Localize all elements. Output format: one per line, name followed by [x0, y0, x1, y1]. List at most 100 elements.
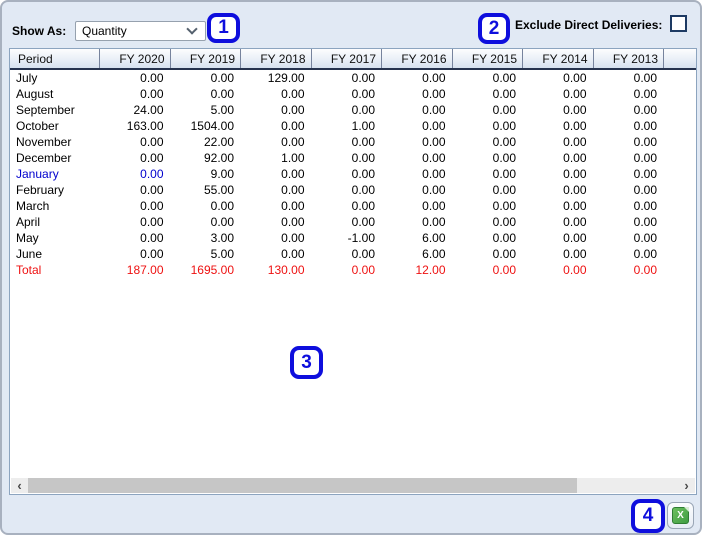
column-header-fy-2015[interactable]: FY 2015 [453, 49, 523, 68]
value-cell: 6.00 [422, 231, 446, 245]
period-cell: August [16, 87, 54, 101]
table-row-february[interactable]: February 0.00 55.00 0.00 0.00 0.00 0.00 0.00 0.0… [10, 182, 696, 198]
value-cell: 0.00 [422, 119, 446, 133]
table-row-april[interactable]: April 0.00 0.00 0.00 0.00 0.00 0.00 0.00 0.00 [10, 214, 696, 230]
value-cell: 0.00 [492, 231, 516, 245]
table-row-august[interactable]: August 0.00 0.00 0.00 0.00 0.00 0.00 0.00 0.00 [10, 86, 696, 102]
value-cell: 0.00 [563, 103, 587, 117]
annotation-marker-4: 4 [631, 499, 665, 533]
column-header-fy-2016[interactable]: FY 2016 [382, 49, 453, 68]
column-header-fy-2017[interactable]: FY 2017 [312, 49, 382, 68]
value-cell: 24.00 [133, 103, 164, 117]
table-row-january[interactable]: January 0.00 9.00 0.00 0.00 0.00 0.00 0.00 0.00 [10, 166, 696, 182]
period-cell: January [16, 167, 59, 181]
value-cell: 0.00 [563, 263, 587, 277]
table-body: July 0.00 0.00 129.00 0.00 0.00 0.00 0.00 0.00 Au… [10, 70, 696, 278]
value-cell: 0.00 [563, 183, 587, 197]
value-cell: 0.00 [351, 215, 375, 229]
value-cell: 0.00 [633, 247, 657, 261]
value-cell: 0.00 [492, 119, 516, 133]
value-cell: 0.00 [351, 135, 375, 149]
value-cell: 0.00 [633, 119, 657, 133]
value-cell: 1504.00 [190, 119, 234, 133]
value-cell: 0.00 [633, 199, 657, 213]
value-cell: 0.00 [281, 183, 305, 197]
export-to-excel-button[interactable]: X [667, 502, 694, 529]
value-cell: 0.00 [281, 247, 305, 261]
value-cell: 0.00 [422, 71, 446, 85]
table-row-july[interactable]: July 0.00 0.00 129.00 0.00 0.00 0.00 0.00 0.00 [10, 70, 696, 86]
scroll-right-button[interactable]: › [678, 478, 695, 493]
grid-header-row: Period FY 2020 FY 2019 FY 2018 FY 2017 FY 201… [10, 49, 696, 70]
value-cell: 0.00 [492, 199, 516, 213]
exclude-direct-deliveries-label: Exclude Direct Deliveries: [515, 18, 663, 32]
scrollbar-track[interactable] [28, 478, 678, 493]
column-header-fy-2018[interactable]: FY 2018 [241, 49, 312, 68]
table-row-october[interactable]: October 163.00 1504.00 0.00 1.00 0.00 0.00 0.00… [10, 118, 696, 134]
column-header-fy-2019[interactable]: FY 2019 [171, 49, 241, 68]
value-cell: 129.00 [267, 71, 305, 85]
value-cell: 12.00 [415, 263, 446, 277]
column-header-fy-2020[interactable]: FY 2020 [100, 49, 171, 68]
value-cell: 0.00 [140, 215, 164, 229]
column-header-fy-2013[interactable]: FY 2013 [594, 49, 664, 68]
value-cell: 0.00 [140, 231, 164, 245]
value-cell: 1695.00 [190, 263, 234, 277]
value-cell: 0.00 [140, 135, 164, 149]
value-cell: -1.00 [347, 231, 375, 245]
exclude-direct-deliveries-checkbox[interactable] [670, 15, 687, 32]
value-cell: 6.00 [422, 247, 446, 261]
value-cell: 0.00 [563, 119, 587, 133]
table-row-march[interactable]: March 0.00 0.00 0.00 0.00 0.00 0.00 0.00 0.00 [10, 198, 696, 214]
table-row-total[interactable]: Total 187.00 1695.00 130.00 0.00 12.00 0.00 0.0… [10, 262, 696, 278]
value-cell: 0.00 [140, 167, 164, 181]
value-cell: 0.00 [210, 71, 234, 85]
value-cell: 0.00 [210, 215, 234, 229]
value-cell: 0.00 [281, 199, 305, 213]
value-cell: 0.00 [633, 215, 657, 229]
value-cell: 0.00 [563, 135, 587, 149]
period-cell: March [16, 199, 50, 213]
value-cell: 0.00 [140, 183, 164, 197]
value-cell: 0.00 [492, 87, 516, 101]
scroll-left-button[interactable]: ‹ [11, 478, 28, 493]
value-cell: 0.00 [492, 167, 516, 181]
value-cell: 0.00 [492, 183, 516, 197]
show-as-selected-value: Quantity [82, 24, 127, 38]
value-cell: 0.00 [633, 167, 657, 181]
table-row-november[interactable]: November 0.00 22.00 0.00 0.00 0.00 0.00 0.00 0.0… [10, 134, 696, 150]
value-cell: 0.00 [140, 87, 164, 101]
value-cell: 9.00 [210, 167, 234, 181]
value-cell: 0.00 [281, 167, 305, 181]
value-cell: 0.00 [492, 71, 516, 85]
period-cell: May [16, 231, 39, 245]
value-cell: 0.00 [633, 231, 657, 245]
value-cell: 0.00 [422, 151, 446, 165]
scrollbar-thumb[interactable] [28, 478, 577, 493]
table-row-september[interactable]: September 24.00 5.00 0.00 0.00 0.00 0.00 0.00 0.… [10, 102, 696, 118]
show-as-label: Show As: [12, 24, 67, 38]
annotation-marker-3: 3 [290, 346, 323, 379]
value-cell: 5.00 [210, 103, 234, 117]
column-header-fy-2014[interactable]: FY 2014 [523, 49, 594, 68]
column-header-period[interactable]: Period [10, 49, 100, 68]
value-cell: 0.00 [633, 87, 657, 101]
horizontal-scrollbar[interactable]: ‹ › [11, 478, 695, 493]
table-row-may[interactable]: May 0.00 3.00 0.00 -1.00 6.00 0.00 0.00 0.00 [10, 230, 696, 246]
value-cell: 0.00 [422, 215, 446, 229]
period-cell: September [16, 103, 75, 117]
show-as-dropdown[interactable]: Quantity [75, 21, 206, 41]
value-cell: 0.00 [633, 103, 657, 117]
table-row-june[interactable]: June 0.00 5.00 0.00 0.00 6.00 0.00 0.00 0.00 [10, 246, 696, 262]
value-cell: 1.00 [351, 119, 375, 133]
excel-x-glyph: X [677, 510, 684, 521]
value-cell: 0.00 [351, 263, 375, 277]
value-cell: 1.00 [281, 151, 305, 165]
value-cell: 0.00 [492, 263, 516, 277]
annotation-marker-2: 2 [478, 13, 510, 44]
period-cell: July [16, 71, 38, 85]
table-row-december[interactable]: December 0.00 92.00 1.00 0.00 0.00 0.00 0.00 0.0… [10, 150, 696, 166]
value-cell: 0.00 [563, 87, 587, 101]
value-cell: 0.00 [563, 71, 587, 85]
value-cell: 0.00 [351, 103, 375, 117]
